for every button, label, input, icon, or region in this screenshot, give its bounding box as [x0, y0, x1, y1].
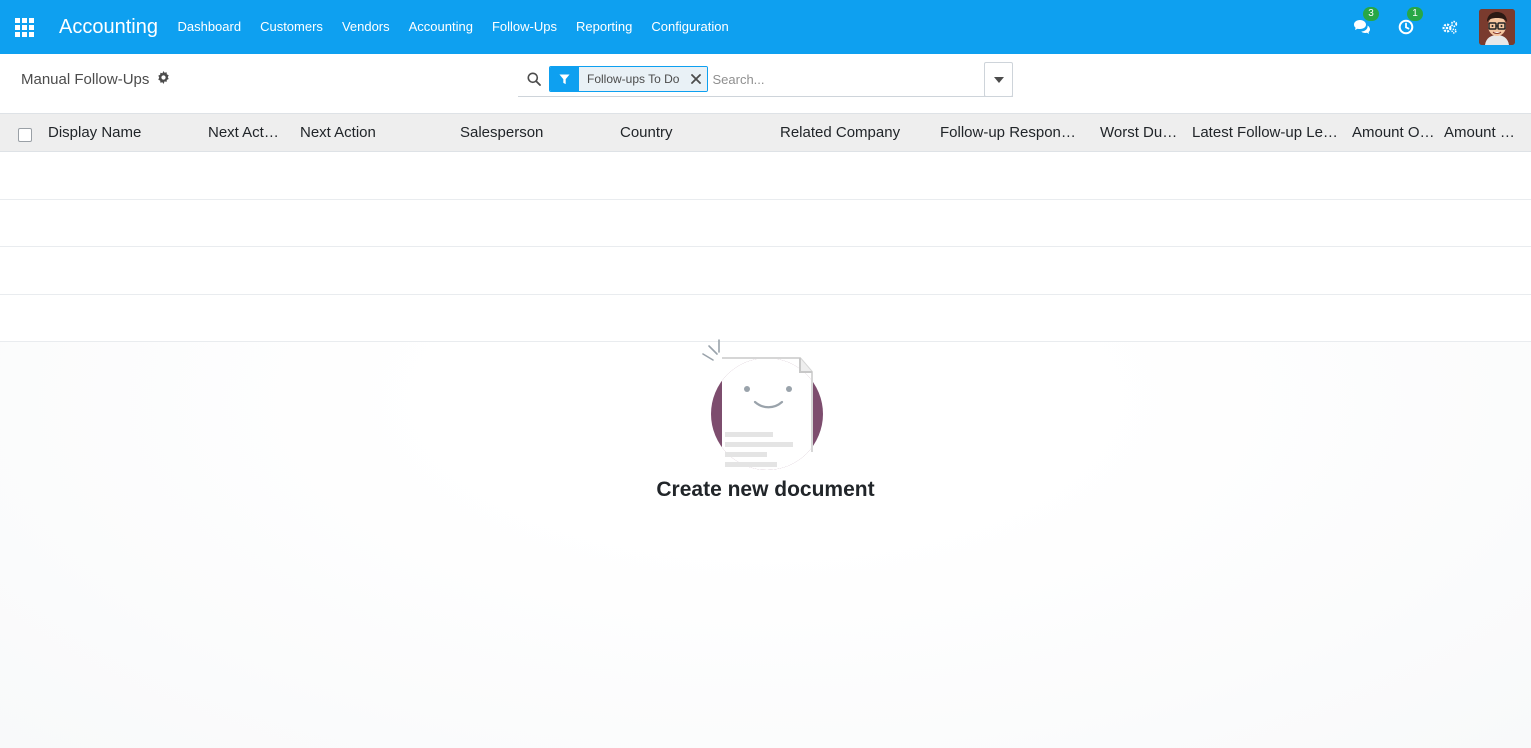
search-facet: Follow-ups To Do — [549, 66, 709, 92]
search-button[interactable] — [518, 72, 550, 86]
search-input[interactable] — [712, 66, 968, 92]
column-header[interactable]: Display Name — [40, 124, 200, 141]
create-new-document-link[interactable]: Create new document — [656, 478, 874, 502]
menu-item-dashboard[interactable]: Dashboard — [168, 0, 251, 54]
search-bar: Follow-ups To Do — [518, 62, 1013, 97]
apps-menu-button[interactable] — [0, 0, 48, 54]
debug-settings-button[interactable] — [1439, 16, 1461, 38]
table-row — [0, 294, 1531, 342]
close-icon — [691, 74, 702, 84]
menu-item-vendors[interactable]: Vendors — [332, 0, 399, 54]
filter-icon — [559, 73, 570, 84]
column-header[interactable]: Follow-up Respon… — [932, 124, 1092, 141]
select-all-cell — [0, 124, 40, 142]
search-options-toggle[interactable] — [984, 62, 1013, 97]
activities-button[interactable]: 1 — [1395, 7, 1423, 38]
systray: 3 1 — [1351, 0, 1531, 54]
messages-count-badge: 3 — [1363, 7, 1379, 21]
settings-icon — [1442, 20, 1458, 34]
apps-grid-icon — [14, 17, 34, 37]
column-header[interactable]: Related Company — [772, 124, 932, 141]
column-header[interactable]: Next Act… — [200, 124, 292, 141]
list-view: Display Name Next Act… Next Action Sales… — [0, 114, 1531, 748]
chat-icon — [1354, 20, 1370, 34]
search-icon — [527, 72, 541, 86]
menu-item-accounting[interactable]: Accounting — [399, 0, 482, 54]
main-menu: Dashboard Customers Vendors Accounting F… — [168, 0, 738, 54]
activities-count-badge: 1 — [1407, 7, 1423, 21]
page-title: Manual Follow-Ups — [21, 71, 150, 88]
column-header[interactable]: Worst Due… — [1092, 124, 1184, 141]
control-panel: Manual Follow-Ups Follow-ups To Do — [0, 54, 1531, 114]
table-row — [0, 199, 1531, 247]
column-header[interactable]: Latest Follow-up Le… — [1184, 124, 1344, 141]
menu-item-customers[interactable]: Customers — [251, 0, 333, 54]
table-row — [0, 247, 1531, 295]
breadcrumb: Manual Follow-Ups — [21, 71, 170, 88]
caret-down-icon — [993, 76, 1004, 83]
table-row — [0, 152, 1531, 200]
page-settings-button[interactable] — [157, 71, 170, 88]
empty-state-helper: Create new document — [0, 338, 1531, 502]
column-header[interactable]: Amount … — [1436, 124, 1516, 141]
column-header[interactable]: Next Action — [292, 124, 452, 141]
user-avatar[interactable] — [1479, 9, 1515, 45]
column-header[interactable]: Salesperson — [452, 124, 612, 141]
menu-item-follow-ups[interactable]: Follow-Ups — [482, 0, 566, 54]
table-header: Display Name Next Act… Next Action Sales… — [0, 114, 1531, 152]
menu-item-reporting[interactable]: Reporting — [566, 0, 641, 54]
messages-button[interactable]: 3 — [1351, 7, 1379, 38]
avatar-image — [1479, 9, 1515, 45]
facet-label: Follow-ups To Do — [579, 67, 686, 91]
filter-facet-icon — [550, 67, 579, 91]
column-header[interactable]: Amount O… — [1344, 124, 1436, 141]
app-brand[interactable]: Accounting — [59, 16, 158, 39]
column-header[interactable]: Country — [612, 124, 772, 141]
gear-icon — [158, 71, 170, 84]
select-all-checkbox[interactable] — [18, 127, 32, 142]
top-navbar: Accounting Dashboard Customers Vendors A… — [0, 0, 1531, 54]
facet-remove-button[interactable] — [685, 67, 708, 91]
menu-item-configuration[interactable]: Configuration — [642, 0, 738, 54]
smiling-document-icon — [701, 339, 823, 470]
clock-icon — [1398, 19, 1414, 35]
